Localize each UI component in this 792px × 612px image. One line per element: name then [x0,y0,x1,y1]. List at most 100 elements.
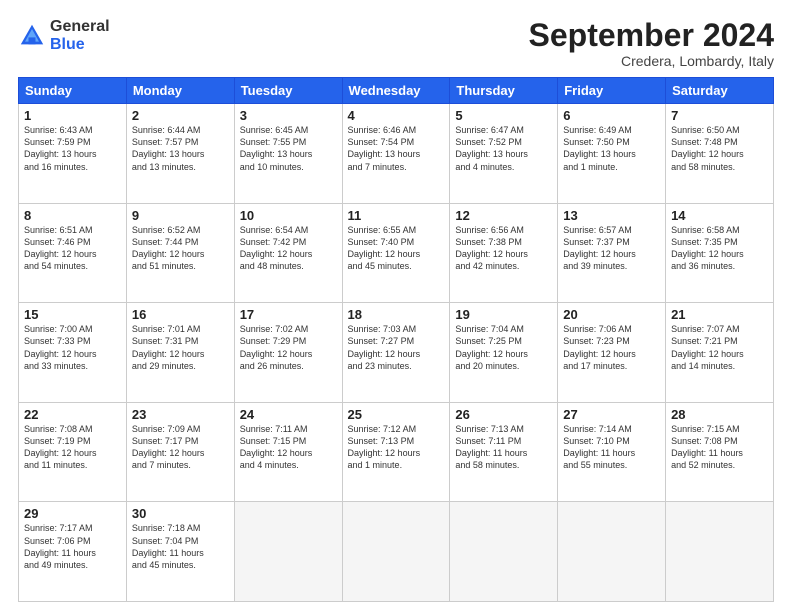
calendar-week-3: 15Sunrise: 7:00 AMSunset: 7:33 PMDayligh… [19,303,774,403]
table-row: 2Sunrise: 6:44 AMSunset: 7:57 PMDaylight… [126,104,234,204]
day-info: Sunrise: 6:49 AMSunset: 7:50 PMDaylight:… [563,124,660,173]
table-row: 25Sunrise: 7:12 AMSunset: 7:13 PMDayligh… [342,402,450,502]
day-info: Sunrise: 6:54 AMSunset: 7:42 PMDaylight:… [240,224,337,273]
table-row: 9Sunrise: 6:52 AMSunset: 7:44 PMDaylight… [126,203,234,303]
day-number: 4 [348,108,445,123]
table-row: 4Sunrise: 6:46 AMSunset: 7:54 PMDaylight… [342,104,450,204]
day-number: 16 [132,307,229,322]
table-row [666,502,774,602]
day-number: 1 [24,108,121,123]
table-row: 20Sunrise: 7:06 AMSunset: 7:23 PMDayligh… [558,303,666,403]
day-info: Sunrise: 6:51 AMSunset: 7:46 PMDaylight:… [24,224,121,273]
table-row: 16Sunrise: 7:01 AMSunset: 7:31 PMDayligh… [126,303,234,403]
day-info: Sunrise: 6:58 AMSunset: 7:35 PMDaylight:… [671,224,768,273]
day-number: 29 [24,506,121,521]
col-sunday: Sunday [19,78,127,104]
day-number: 13 [563,208,660,223]
day-info: Sunrise: 7:14 AMSunset: 7:10 PMDaylight:… [563,423,660,472]
day-info: Sunrise: 6:50 AMSunset: 7:48 PMDaylight:… [671,124,768,173]
title-block: September 2024 Credera, Lombardy, Italy [529,18,774,69]
month-title: September 2024 [529,18,774,53]
day-number: 23 [132,407,229,422]
calendar-week-2: 8Sunrise: 6:51 AMSunset: 7:46 PMDaylight… [19,203,774,303]
day-info: Sunrise: 7:09 AMSunset: 7:17 PMDaylight:… [132,423,229,472]
day-info: Sunrise: 6:46 AMSunset: 7:54 PMDaylight:… [348,124,445,173]
day-number: 15 [24,307,121,322]
day-info: Sunrise: 6:45 AMSunset: 7:55 PMDaylight:… [240,124,337,173]
header: General Blue September 2024 Credera, Lom… [18,18,774,69]
day-info: Sunrise: 6:57 AMSunset: 7:37 PMDaylight:… [563,224,660,273]
col-thursday: Thursday [450,78,558,104]
day-info: Sunrise: 7:04 AMSunset: 7:25 PMDaylight:… [455,323,552,372]
table-row [234,502,342,602]
day-info: Sunrise: 6:43 AMSunset: 7:59 PMDaylight:… [24,124,121,173]
day-info: Sunrise: 7:12 AMSunset: 7:13 PMDaylight:… [348,423,445,472]
day-info: Sunrise: 6:55 AMSunset: 7:40 PMDaylight:… [348,224,445,273]
table-row: 18Sunrise: 7:03 AMSunset: 7:27 PMDayligh… [342,303,450,403]
logo-general-text: General [50,18,110,36]
table-row: 23Sunrise: 7:09 AMSunset: 7:17 PMDayligh… [126,402,234,502]
day-info: Sunrise: 7:17 AMSunset: 7:06 PMDaylight:… [24,522,121,571]
calendar-week-1: 1Sunrise: 6:43 AMSunset: 7:59 PMDaylight… [19,104,774,204]
calendar-header-row: Sunday Monday Tuesday Wednesday Thursday… [19,78,774,104]
day-number: 3 [240,108,337,123]
day-number: 9 [132,208,229,223]
day-number: 30 [132,506,229,521]
day-info: Sunrise: 7:01 AMSunset: 7:31 PMDaylight:… [132,323,229,372]
day-number: 26 [455,407,552,422]
table-row: 15Sunrise: 7:00 AMSunset: 7:33 PMDayligh… [19,303,127,403]
day-info: Sunrise: 7:13 AMSunset: 7:11 PMDaylight:… [455,423,552,472]
table-row: 24Sunrise: 7:11 AMSunset: 7:15 PMDayligh… [234,402,342,502]
table-row: 11Sunrise: 6:55 AMSunset: 7:40 PMDayligh… [342,203,450,303]
day-number: 27 [563,407,660,422]
day-number: 10 [240,208,337,223]
table-row: 1Sunrise: 6:43 AMSunset: 7:59 PMDaylight… [19,104,127,204]
day-number: 14 [671,208,768,223]
day-number: 11 [348,208,445,223]
day-info: Sunrise: 7:06 AMSunset: 7:23 PMDaylight:… [563,323,660,372]
col-tuesday: Tuesday [234,78,342,104]
day-info: Sunrise: 7:02 AMSunset: 7:29 PMDaylight:… [240,323,337,372]
day-number: 17 [240,307,337,322]
table-row: 3Sunrise: 6:45 AMSunset: 7:55 PMDaylight… [234,104,342,204]
table-row: 10Sunrise: 6:54 AMSunset: 7:42 PMDayligh… [234,203,342,303]
table-row: 5Sunrise: 6:47 AMSunset: 7:52 PMDaylight… [450,104,558,204]
day-number: 8 [24,208,121,223]
day-number: 25 [348,407,445,422]
day-number: 20 [563,307,660,322]
day-number: 6 [563,108,660,123]
day-number: 22 [24,407,121,422]
table-row: 14Sunrise: 6:58 AMSunset: 7:35 PMDayligh… [666,203,774,303]
table-row [342,502,450,602]
day-info: Sunrise: 6:56 AMSunset: 7:38 PMDaylight:… [455,224,552,273]
page: General Blue September 2024 Credera, Lom… [0,0,792,612]
day-number: 18 [348,307,445,322]
location: Credera, Lombardy, Italy [529,53,774,69]
table-row: 7Sunrise: 6:50 AMSunset: 7:48 PMDaylight… [666,104,774,204]
day-number: 24 [240,407,337,422]
table-row [450,502,558,602]
table-row: 29Sunrise: 7:17 AMSunset: 7:06 PMDayligh… [19,502,127,602]
day-info: Sunrise: 7:00 AMSunset: 7:33 PMDaylight:… [24,323,121,372]
day-info: Sunrise: 7:08 AMSunset: 7:19 PMDaylight:… [24,423,121,472]
day-number: 7 [671,108,768,123]
calendar-table: Sunday Monday Tuesday Wednesday Thursday… [18,77,774,602]
table-row: 30Sunrise: 7:18 AMSunset: 7:04 PMDayligh… [126,502,234,602]
calendar-week-4: 22Sunrise: 7:08 AMSunset: 7:19 PMDayligh… [19,402,774,502]
table-row: 13Sunrise: 6:57 AMSunset: 7:37 PMDayligh… [558,203,666,303]
logo-blue-text: Blue [50,36,110,54]
day-number: 21 [671,307,768,322]
table-row: 22Sunrise: 7:08 AMSunset: 7:19 PMDayligh… [19,402,127,502]
col-friday: Friday [558,78,666,104]
day-info: Sunrise: 7:03 AMSunset: 7:27 PMDaylight:… [348,323,445,372]
day-number: 19 [455,307,552,322]
table-row: 6Sunrise: 6:49 AMSunset: 7:50 PMDaylight… [558,104,666,204]
day-info: Sunrise: 7:15 AMSunset: 7:08 PMDaylight:… [671,423,768,472]
logo-text: General Blue [50,18,110,53]
day-number: 12 [455,208,552,223]
table-row: 26Sunrise: 7:13 AMSunset: 7:11 PMDayligh… [450,402,558,502]
day-info: Sunrise: 6:47 AMSunset: 7:52 PMDaylight:… [455,124,552,173]
day-info: Sunrise: 6:52 AMSunset: 7:44 PMDaylight:… [132,224,229,273]
day-info: Sunrise: 7:07 AMSunset: 7:21 PMDaylight:… [671,323,768,372]
table-row: 19Sunrise: 7:04 AMSunset: 7:25 PMDayligh… [450,303,558,403]
